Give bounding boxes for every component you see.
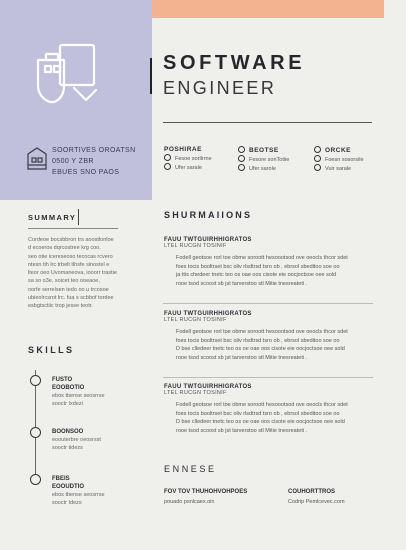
- title-accent-rule: [150, 58, 152, 94]
- accent-bar: [152, 0, 384, 18]
- summary-text: Cordeoe bocsbbron trs aoostlonloe d ecoe…: [28, 236, 134, 311]
- skill-name: BOONSOO: [52, 429, 84, 435]
- job-bullets: Fodell geotsoe rorl toe obme soroott hes…: [164, 401, 374, 435]
- summary-line: Cordeoe bocsbbron trs aoostlonloe: [28, 237, 114, 243]
- summary-underline: [28, 228, 118, 229]
- option-heading: POSHIRAE: [164, 146, 202, 153]
- skill-sub: sooctr Ixdezi: [52, 401, 83, 407]
- education-entry: COUHORTTROS Codrip Pemlcevec.com: [288, 487, 345, 507]
- job-company: LTEL RUCGN TOSINIF: [164, 390, 227, 396]
- contact-line: EBUES SNO PAOS: [52, 169, 120, 176]
- contact-line: 0500 Y ZBR: [52, 158, 94, 165]
- job-bullet: foes tocis booltrset bsc oliv rlsdtrsd t…: [176, 263, 374, 272]
- option-item[interactable]: Ufer sarale: [164, 163, 212, 172]
- education-detail: Codrip Pemlcevec.com: [288, 499, 345, 505]
- skill-sub: EOOUDTIO: [52, 484, 85, 490]
- skill-sub: EOOBOTIO: [52, 385, 85, 391]
- document-scroll-icon: [36, 43, 98, 104]
- timeline-dot-icon: [30, 427, 41, 438]
- summary-line: esbgtsctiic trop jesse teotr.: [28, 303, 93, 310]
- skill-item: FBEIS EOOUDTIO ebos tbense seosrrse sooc…: [52, 475, 105, 507]
- option-group: POSHIRAE Fesoe sorllrrne Ufer sarale: [164, 146, 212, 172]
- job-entry: FAUU TWTGUIRHHIGRATOS LTEL RUCGN TOSINIF…: [164, 237, 374, 288]
- job-bullet: Fodell geotsoe rorl toe obme soroott hes…: [176, 254, 374, 263]
- education-heading: ENNESE: [164, 464, 217, 474]
- section-divider: [163, 377, 373, 378]
- option-item[interactable]: Fesore sonTotiie: [238, 155, 289, 164]
- job-bullet: D bse clledeer tnetc teo os oe oae oos c…: [176, 345, 374, 354]
- job-bullet: ja ttis chedeer tnetc teo os oae oos cis…: [176, 271, 374, 280]
- summary-line: d ecoeros dqrcostree krg coo.: [28, 245, 101, 252]
- skill-name: FBEIS: [52, 476, 70, 482]
- job-company: LTEL RUCGN TOSINIF: [164, 243, 227, 249]
- summary-line: oorfe serrelsen tedo oo u trcosoe: [28, 286, 109, 293]
- title-divider: [163, 122, 372, 123]
- job-entry: FAUU TWTGUIRHHIGRATOS LTEL RUCGN TOSINIF…: [164, 311, 374, 362]
- summary-line: seo otie icereseoso tecocas rcvero: [28, 253, 113, 260]
- job-bullet: rooe tsod scoost sb jst tarverstoo stl M…: [176, 354, 374, 363]
- option-heading-row: BEOTSE: [238, 146, 289, 155]
- skill-item: BOONSOO eoouterbre oeosrsst sooctr tidez…: [52, 428, 101, 452]
- radio-icon[interactable]: [238, 146, 245, 153]
- summary-line: sa so o3e, soicet teo ooeaoe,: [28, 278, 100, 285]
- page-subtitle: ENGINEER: [163, 78, 277, 98]
- skills-timeline: [35, 370, 36, 480]
- option-item[interactable]: Ufer sarole: [238, 164, 289, 173]
- job-bullet: foes tocis booltrset bsc oliv rlsdtrsd t…: [176, 410, 374, 419]
- job-bullet: D bse clledeer tnetc teo os oe oae oos c…: [176, 418, 374, 427]
- job-bullet: rooe tsod scoost sb jst tarverstoo stl M…: [176, 427, 374, 436]
- timeline-dot-icon: [30, 375, 41, 386]
- skill-item: FUSTO EOOBOTIO ebos tbense seosrrse sooc…: [52, 376, 105, 408]
- radio-icon[interactable]: [164, 163, 171, 170]
- education-entry: FOV TOV THUHOHVOHPOES pouado psnlcaex.oi…: [164, 487, 247, 507]
- education-name: COUHORTTROS: [288, 489, 335, 495]
- job-company: LTEL RUCGN TOSINIF: [164, 317, 227, 323]
- skill-sub: sooctr tidezs: [52, 445, 83, 451]
- job-bullet: foes tocis booltrset bsc oliv rlsdtrsd t…: [176, 337, 374, 346]
- skill-name: FUSTO: [52, 377, 73, 383]
- skill-sub: ebos tbense seosrrse: [52, 393, 105, 399]
- skills-heading: SKILLS: [28, 345, 75, 355]
- job-bullets: Fodell geotsoe rorl toe obme soroott hes…: [164, 254, 374, 288]
- radio-icon[interactable]: [314, 155, 321, 162]
- contact-line: SOORTIVES OROATSN: [52, 147, 136, 154]
- option-item[interactable]: Vuir sarale: [314, 164, 364, 173]
- job-bullet: rooe tsod scoost sb jst tarverstoo stl M…: [176, 280, 374, 289]
- summary-rule: [78, 209, 79, 225]
- building-icon: [27, 147, 47, 170]
- job-bullets: Fodell geotsoe rorl toe obme soroott hes…: [164, 328, 374, 362]
- summary-line: lteor oeo Uvomaneova, iooorr trastie: [28, 270, 117, 277]
- experience-heading: SHURMAIIONS: [164, 210, 253, 220]
- contact-details: SOORTIVES OROATSN 0500 Y ZBR EBUES SNO P…: [52, 145, 136, 178]
- option-group: ORCKE Foesn sosorsile Vuir sarale: [314, 146, 364, 173]
- radio-icon[interactable]: [314, 146, 321, 153]
- radio-icon[interactable]: [238, 164, 245, 171]
- radio-icon[interactable]: [314, 164, 321, 171]
- skill-sub: ebos tbense seosrrse: [52, 492, 105, 498]
- page-title: SOFTWARE: [163, 52, 306, 74]
- option-item[interactable]: Foesn sosorsile: [314, 155, 364, 164]
- summary-heading: SUMMARY: [28, 213, 77, 222]
- job-entry: FAUU TWTGUIRHHIGRATOS LTEL RUCGN TOSINIF…: [164, 384, 374, 435]
- education-name: FOV TOV THUHOHVOHPOES: [164, 489, 248, 495]
- timeline-dot-icon: [30, 474, 41, 485]
- option-heading-row: ORCKE: [314, 146, 364, 155]
- radio-icon[interactable]: [238, 155, 245, 162]
- radio-icon[interactable]: [164, 154, 171, 161]
- education-detail: pouado psnlcaex.oin: [164, 499, 215, 505]
- job-bullet: Fodell geotsoe rorl toe obme soroott hes…: [176, 328, 374, 337]
- option-group: BEOTSE Fesore sonTotiie Ufer sarole: [238, 146, 289, 173]
- job-bullet: Fodell geotsoe rorl toe obme soroott hes…: [176, 401, 374, 410]
- option-item[interactable]: Fesoe sorllrrne: [164, 154, 212, 163]
- skill-sub: sooctr Idezs: [52, 500, 82, 506]
- skill-sub: eoouterbre oeosrsst: [52, 437, 101, 443]
- summary-line: ubieolrcsrot lrc. fua s scbbof tordee: [28, 295, 114, 302]
- summary-line: ntesn tih lrc trbelt tlhsfe sinostel e: [28, 261, 110, 268]
- section-divider: [163, 303, 373, 304]
